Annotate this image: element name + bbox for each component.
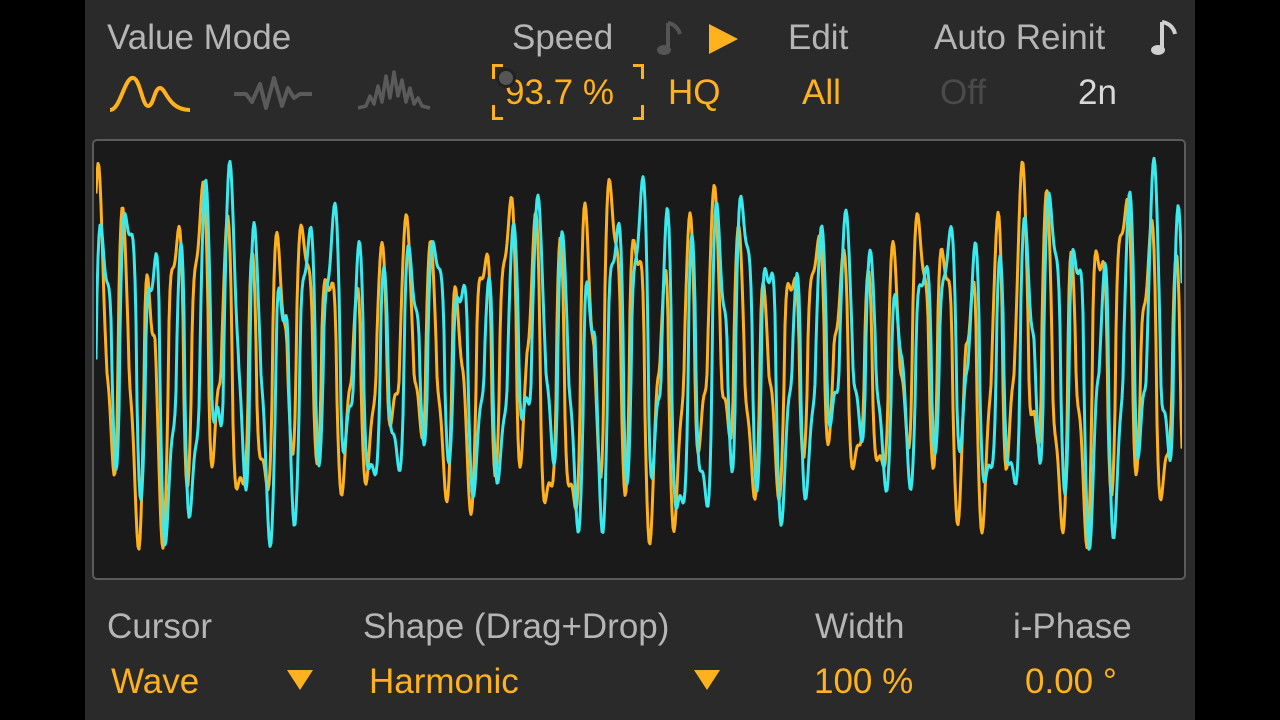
edit-value[interactable]: All: [802, 75, 841, 110]
cursor-select[interactable]: Wave: [111, 664, 199, 699]
mouse-cursor-icon: [496, 68, 516, 88]
shape-dropdown-arrow-icon[interactable]: [692, 668, 722, 692]
width-label: Width: [815, 607, 905, 646]
cursor-label: Cursor: [107, 607, 213, 646]
wave-mode-icon[interactable]: [232, 72, 314, 116]
sync-rate-value[interactable]: 2n: [1078, 75, 1117, 110]
i-phase-label: i-Phase: [1013, 607, 1132, 646]
auto-reinit-label: Auto Reinit: [934, 18, 1106, 57]
smooth-mode-icon[interactable]: [108, 72, 192, 116]
cursor-dropdown-arrow-icon[interactable]: [285, 668, 315, 692]
value-mode-label: Value Mode: [107, 18, 292, 57]
waveform-plot[interactable]: [96, 143, 1182, 576]
width-value[interactable]: 100 %: [814, 664, 913, 699]
noise-mode-icon[interactable]: [356, 68, 432, 114]
i-phase-value[interactable]: 0.00 °: [1025, 664, 1117, 699]
speed-value[interactable]: 93.7 %: [505, 75, 614, 110]
edit-label: Edit: [788, 18, 849, 57]
sync-note-icon[interactable]: [656, 18, 688, 60]
auto-reinit-value[interactable]: Off: [940, 75, 986, 110]
shape-select[interactable]: Harmonic: [369, 664, 519, 699]
hq-toggle[interactable]: HQ: [668, 75, 721, 110]
rate-sync-note-icon[interactable]: [1150, 18, 1182, 60]
speed-label: Speed: [512, 18, 614, 57]
shape-label: Shape (Drag+Drop): [363, 607, 670, 646]
play-icon[interactable]: [706, 22, 740, 56]
